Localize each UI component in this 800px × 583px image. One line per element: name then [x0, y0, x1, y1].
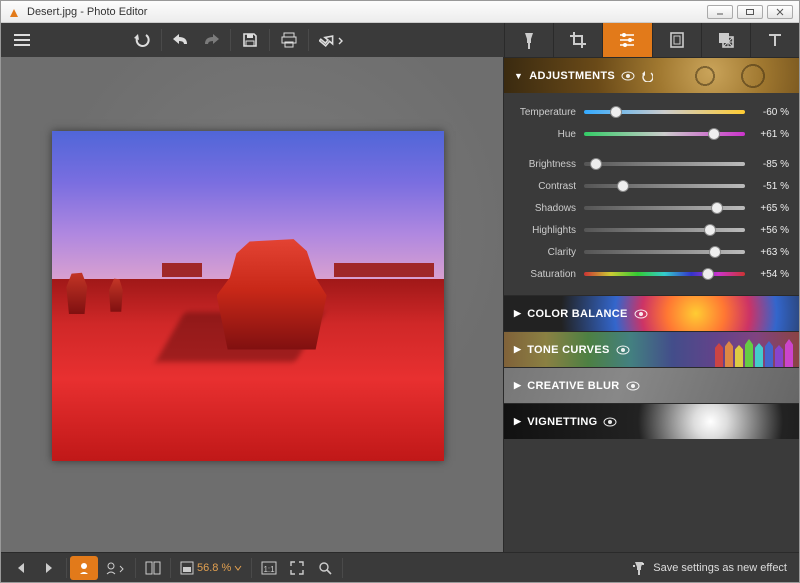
section-tone-curves-label: TONE CURVES [527, 344, 609, 356]
fullscreen-button[interactable] [283, 556, 311, 580]
slider-highlights[interactable]: Highlights +56 % [514, 219, 789, 241]
menu-button[interactable] [7, 26, 37, 54]
section-tone-curves-header[interactable]: ▶ TONE CURVES [504, 331, 799, 367]
side-tabs [504, 23, 799, 57]
svg-text:1:1: 1:1 [264, 565, 276, 574]
minimize-button[interactable] [707, 5, 733, 19]
tab-frame[interactable] [652, 23, 701, 57]
expand-icon: ▶ [514, 308, 521, 319]
adjustments-sliders: Temperature -60 % Hue +61 % Brightness -… [504, 93, 799, 295]
undo-step-button[interactable] [127, 26, 157, 54]
slider-track[interactable] [584, 132, 745, 136]
section-adjustments-label: ADJUSTMENTS [529, 70, 615, 82]
image-preview [52, 131, 444, 461]
slider-track[interactable] [584, 162, 745, 166]
export-button[interactable] [313, 26, 351, 54]
tab-effects[interactable] [504, 23, 553, 57]
workspace: ▼ ADJUSTMENTS Temperature -60 % Hue +61 … [1, 57, 799, 552]
section-creative-blur-header[interactable]: ▶ CREATIVE BLUR [504, 367, 799, 403]
close-button[interactable] [767, 5, 793, 19]
chevron-down-icon [234, 565, 242, 571]
section-vignetting-header[interactable]: ▶ VIGNETTING [504, 403, 799, 439]
fit-screen-icon [180, 561, 194, 575]
window-title: Desert.jpg - Photo Editor [27, 6, 707, 18]
visibility-icon[interactable] [603, 417, 617, 427]
statusbar: 56.8 % 1:1 Save settings as new effect [1, 552, 799, 582]
titlebar: Desert.jpg - Photo Editor [1, 1, 799, 23]
zoom-control[interactable]: 56.8 % [174, 561, 248, 575]
tab-overlay[interactable] [701, 23, 750, 57]
slider-track[interactable] [584, 228, 745, 232]
visibility-icon[interactable] [634, 309, 648, 319]
app-window: Desert.jpg - Photo Editor [0, 0, 800, 583]
slider-hue[interactable]: Hue +61 % [514, 123, 789, 145]
section-adjustments-header[interactable]: ▼ ADJUSTMENTS [504, 57, 799, 93]
slider-track[interactable] [584, 184, 745, 188]
actual-size-button[interactable]: 1:1 [255, 556, 283, 580]
expand-icon: ▶ [514, 344, 521, 355]
section-vignetting-label: VIGNETTING [527, 416, 597, 428]
view-single-button[interactable] [70, 556, 98, 580]
collapse-icon: ▼ [514, 71, 523, 81]
visibility-icon[interactable] [616, 345, 630, 355]
section-creative-blur-label: CREATIVE BLUR [527, 380, 619, 392]
slider-track[interactable] [584, 110, 745, 114]
slider-track[interactable] [584, 250, 745, 254]
save-button[interactable] [235, 26, 265, 54]
section-color-balance-header[interactable]: ▶ COLOR BALANCE [504, 295, 799, 331]
tab-crop[interactable] [553, 23, 602, 57]
save-effect-button[interactable]: Save settings as new effect [653, 562, 787, 574]
zoom-value: 56.8 % [197, 562, 231, 574]
redo-button[interactable] [196, 26, 226, 54]
slider-clarity[interactable]: Clarity +63 % [514, 241, 789, 263]
save-effect-icon [631, 560, 647, 576]
reset-icon[interactable] [641, 70, 653, 82]
expand-icon: ▶ [514, 380, 521, 391]
slider-track[interactable] [584, 272, 745, 276]
window-controls [707, 5, 793, 19]
canvas-area[interactable] [1, 57, 503, 552]
app-icon [7, 5, 21, 19]
next-image-button[interactable] [35, 556, 63, 580]
zoom-tool-button[interactable] [311, 556, 339, 580]
undo-button[interactable] [166, 26, 196, 54]
view-compare-button[interactable] [98, 556, 132, 580]
slider-saturation[interactable]: Saturation +54 % [514, 263, 789, 285]
print-button[interactable] [274, 26, 304, 54]
tab-adjust[interactable] [602, 23, 651, 57]
maximize-button[interactable] [737, 5, 763, 19]
panel-body: ▼ ADJUSTMENTS Temperature -60 % Hue +61 … [504, 57, 799, 552]
slider-contrast[interactable]: Contrast -51 % [514, 175, 789, 197]
slider-temperature[interactable]: Temperature -60 % [514, 101, 789, 123]
visibility-icon[interactable] [621, 71, 635, 81]
slider-track[interactable] [584, 206, 745, 210]
side-panel: ▼ ADJUSTMENTS Temperature -60 % Hue +61 … [503, 57, 799, 552]
split-view-button[interactable] [139, 556, 167, 580]
expand-icon: ▶ [514, 416, 521, 427]
section-color-balance-label: COLOR BALANCE [527, 308, 627, 320]
visibility-icon[interactable] [626, 381, 640, 391]
slider-shadows[interactable]: Shadows +65 % [514, 197, 789, 219]
slider-brightness[interactable]: Brightness -85 % [514, 153, 789, 175]
prev-image-button[interactable] [7, 556, 35, 580]
tab-text[interactable] [750, 23, 799, 57]
